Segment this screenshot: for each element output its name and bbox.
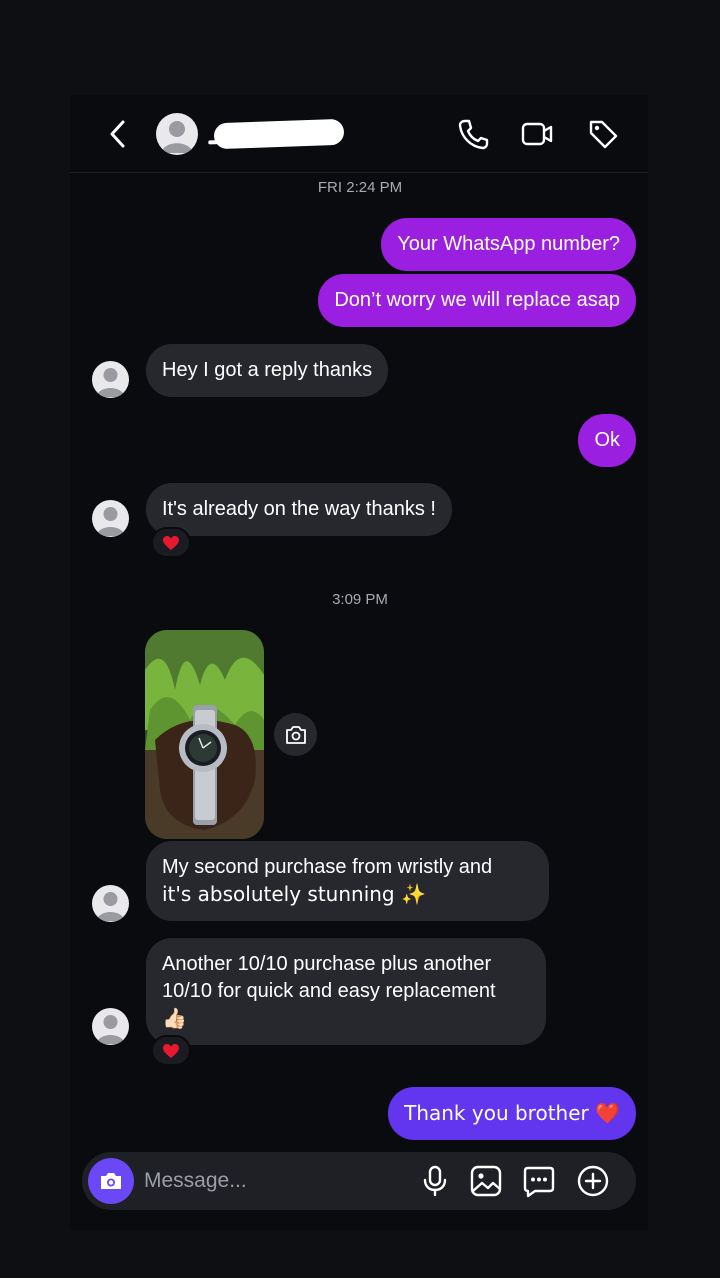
user-silhouette-icon xyxy=(96,892,125,921)
message-outgoing[interactable]: Don’t worry we will replace asap xyxy=(318,274,636,327)
video-camera-icon xyxy=(521,122,553,146)
plus-icon xyxy=(577,1165,609,1197)
message-outgoing[interactable]: Ok xyxy=(578,414,636,467)
user-silhouette-icon xyxy=(96,507,125,536)
message-incoming[interactable]: My second purchase from wristly and it's… xyxy=(146,841,549,921)
phone-icon xyxy=(458,119,489,150)
camera-button[interactable] xyxy=(88,1158,134,1204)
user-silhouette-icon xyxy=(161,121,193,153)
message-input[interactable] xyxy=(144,1164,404,1198)
message-line: Another 10/10 purchase plus another xyxy=(162,953,492,975)
message-composer xyxy=(82,1152,636,1210)
message-incoming[interactable]: It's already on the way thanks ! xyxy=(146,483,452,536)
microphone-icon xyxy=(423,1165,447,1197)
reaction-badge[interactable] xyxy=(151,527,191,558)
photo-thumbnail xyxy=(145,630,264,839)
gallery-icon xyxy=(470,1165,502,1197)
tag-button[interactable] xyxy=(586,117,620,151)
gallery-button[interactable] xyxy=(469,1164,503,1198)
message-incoming[interactable]: Hey I got a reply thanks xyxy=(146,344,389,397)
contact-avatar[interactable] xyxy=(156,113,198,155)
chevron-left-icon xyxy=(110,120,125,148)
sticker-button[interactable] xyxy=(522,1164,556,1198)
chat-header xyxy=(70,95,648,173)
voice-message-button[interactable] xyxy=(418,1164,452,1198)
heart-icon xyxy=(163,1043,179,1058)
heart-icon xyxy=(163,535,179,550)
message-line: My second purchase from wristly and xyxy=(162,856,493,878)
camera-icon xyxy=(285,725,306,744)
user-silhouette-icon xyxy=(96,1015,125,1044)
timestamp: FRI 2:24 PM xyxy=(317,179,403,196)
sender-avatar[interactable] xyxy=(92,361,129,398)
reaction-badge[interactable] xyxy=(151,1035,191,1066)
message-line: 👍🏻 xyxy=(162,1006,187,1030)
back-button[interactable] xyxy=(106,119,130,149)
view-photo-button[interactable] xyxy=(274,713,317,756)
sender-avatar[interactable] xyxy=(92,885,129,922)
message-incoming[interactable]: Another 10/10 purchase plus another 10/1… xyxy=(146,938,546,1045)
call-button[interactable] xyxy=(456,117,490,151)
sender-avatar[interactable] xyxy=(92,500,129,537)
photo-message[interactable] xyxy=(145,630,264,839)
camera-icon xyxy=(101,1173,121,1189)
redacted-contact-name xyxy=(213,118,345,150)
message-line: it's absolutely stunning ✨ xyxy=(162,882,426,906)
more-options-button[interactable] xyxy=(576,1164,610,1198)
message-outgoing[interactable]: Thank you brother ❤️ xyxy=(388,1087,636,1140)
user-silhouette-icon xyxy=(96,368,125,397)
message-outgoing[interactable]: Your WhatsApp number? xyxy=(381,218,636,271)
tag-icon xyxy=(589,120,618,149)
sender-avatar[interactable] xyxy=(92,1008,129,1045)
message-line: 10/10 for quick and easy replacement xyxy=(162,980,496,1002)
sticker-icon xyxy=(523,1166,555,1198)
timestamp: 3:09 PM xyxy=(332,591,388,608)
video-call-button[interactable] xyxy=(520,117,554,151)
